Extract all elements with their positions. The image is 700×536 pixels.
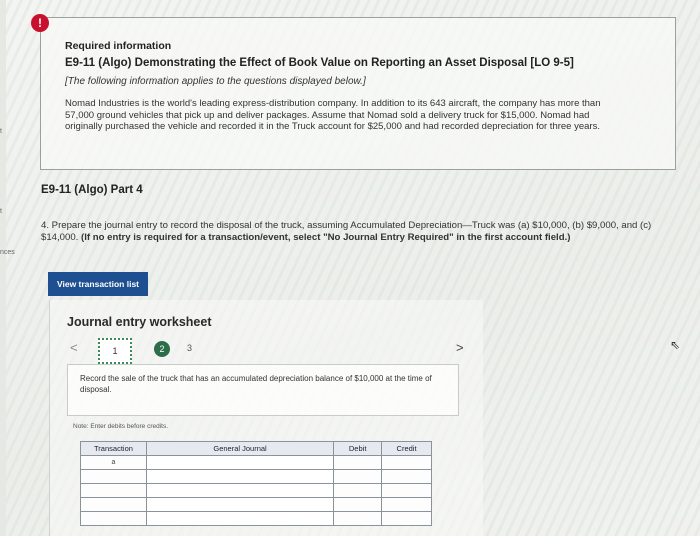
transaction-cell — [80, 483, 147, 498]
credit-input[interactable] — [381, 455, 432, 470]
view-transaction-list-button[interactable]: View transaction list — [48, 272, 148, 296]
transaction-cell — [80, 497, 147, 512]
journal-table: Transaction General Journal Debit Credit… — [80, 441, 432, 526]
table-row — [80, 497, 432, 512]
table-row — [80, 483, 432, 498]
worksheet-note: Note: Enter debits before credits. — [73, 423, 169, 430]
credit-input[interactable] — [381, 511, 432, 526]
account-input[interactable] — [145, 497, 335, 512]
column-header-transaction: Transaction — [80, 441, 147, 456]
debit-input[interactable] — [333, 455, 383, 470]
credit-input[interactable] — [381, 483, 432, 498]
sidebar-edge-text: nces — [0, 249, 15, 256]
exercise-title: E9-11 (Algo) Demonstrating the Effect of… — [65, 57, 574, 69]
required-information-box: Required information E9-11 (Algo) Demons… — [40, 17, 676, 170]
question-instruction: (If no entry is required for a transacti… — [81, 231, 571, 243]
worksheet-instruction: Record the sale of the truck that has an… — [80, 374, 432, 394]
step-2-tab[interactable]: 2 — [154, 341, 170, 357]
info-heading: Required information — [65, 40, 172, 52]
column-header-credit: Credit — [381, 441, 432, 456]
info-note: [The following information applies to th… — [65, 76, 366, 87]
table-row — [80, 511, 432, 526]
step-3-tab[interactable]: 3 — [187, 343, 192, 353]
column-header-general-journal: General Journal — [145, 441, 335, 456]
debit-input[interactable] — [333, 469, 383, 484]
account-input[interactable] — [145, 483, 335, 498]
step-1-label: 1 — [112, 346, 118, 356]
worksheet-title: Journal entry worksheet — [67, 315, 212, 329]
transaction-cell: a — [80, 455, 147, 470]
step-1-tab[interactable]: 1 — [98, 338, 132, 364]
debit-input[interactable] — [333, 497, 383, 512]
info-paragraph: Nomad Industries is the world's leading … — [65, 98, 601, 132]
account-input[interactable] — [145, 511, 335, 526]
account-input[interactable] — [145, 469, 335, 484]
worksheet-instruction-box: Record the sale of the truck that has an… — [67, 364, 459, 416]
sidebar-edge-text: t — [0, 208, 2, 215]
transaction-cell — [80, 469, 147, 484]
chevron-left-icon[interactable]: < — [70, 340, 78, 355]
chevron-right-icon[interactable]: > — [456, 340, 464, 355]
table-row — [80, 469, 432, 484]
part-title: E9-11 (Algo) Part 4 — [41, 184, 143, 196]
debit-input[interactable] — [333, 511, 383, 526]
left-sidebar-edge — [0, 0, 6, 536]
journal-entry-worksheet: Journal entry worksheet < 1 2 3 > Record… — [49, 300, 483, 536]
column-header-debit: Debit — [333, 441, 383, 456]
transaction-cell — [80, 511, 147, 526]
debit-input[interactable] — [333, 483, 383, 498]
credit-input[interactable] — [381, 469, 432, 484]
question-prompt: 4. Prepare the journal entry to record t… — [41, 220, 681, 243]
credit-input[interactable] — [381, 497, 432, 512]
exclamation-icon: ! — [31, 14, 49, 32]
mouse-cursor-icon: ⇖ — [670, 338, 681, 352]
table-row: a — [80, 455, 432, 470]
sidebar-edge-text: t — [0, 128, 2, 135]
account-input[interactable] — [145, 455, 335, 470]
